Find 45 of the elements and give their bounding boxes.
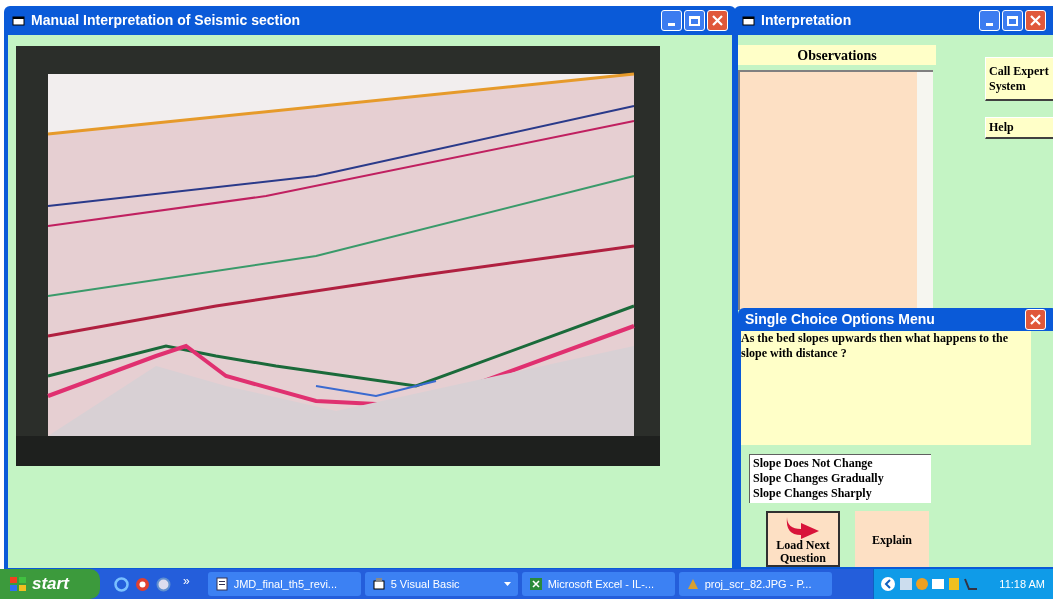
observations-label: Observations xyxy=(738,45,936,65)
window-icon xyxy=(742,14,755,27)
image-icon xyxy=(685,577,700,591)
tray-icons-drawing[interactable] xyxy=(899,576,979,592)
explain-button[interactable]: Explain xyxy=(855,511,929,567)
dropdown-icon xyxy=(503,582,511,586)
media-icon[interactable] xyxy=(135,576,150,592)
option-item[interactable]: Slope Changes Gradually xyxy=(750,471,931,486)
minimize-button[interactable] xyxy=(979,10,1000,31)
windows-logo-icon xyxy=(9,576,27,592)
option-item[interactable]: Slope Does Not Change xyxy=(750,456,931,471)
clock: 11:18 AM xyxy=(999,576,1046,592)
taskbar-button[interactable]: JMD_final_th5_revi... xyxy=(207,572,361,596)
scrollbar[interactable] xyxy=(917,72,933,310)
browser-icon[interactable] xyxy=(114,576,129,592)
close-icon xyxy=(712,15,723,26)
close-button[interactable] xyxy=(707,10,728,31)
option-item[interactable]: Slope Changes Sharply xyxy=(750,486,931,501)
minimize-button[interactable] xyxy=(661,10,682,31)
observations-field[interactable] xyxy=(738,70,933,310)
options-list[interactable]: Slope Does Not Change Slope Changes Gradually Slope Changes Sharply xyxy=(749,454,931,503)
window-icon xyxy=(12,14,25,27)
maximize-button[interactable] xyxy=(1002,10,1023,31)
expert-system-button[interactable]: Call Expert System xyxy=(985,57,1053,101)
browser-icon[interactable] xyxy=(156,576,171,592)
window-title: Interpretation xyxy=(761,11,852,30)
dialog-title: Single Choice Options Menu xyxy=(745,310,935,329)
chevron-icon[interactable] xyxy=(880,576,896,592)
document-icon xyxy=(214,577,229,591)
spreadsheet-icon xyxy=(528,577,543,591)
maximize-button[interactable] xyxy=(684,10,705,31)
close-icon xyxy=(1030,15,1041,26)
close-button[interactable] xyxy=(1025,309,1046,330)
start-button[interactable]: start xyxy=(0,569,100,599)
taskbar-button[interactable]: proj_scr_82.JPG - P... xyxy=(678,572,832,596)
next-question-button[interactable]: Load Next Question xyxy=(766,511,840,567)
more-button[interactable]: » xyxy=(183,572,190,590)
close-icon xyxy=(1030,314,1041,325)
help-button[interactable]: Help xyxy=(985,117,1053,139)
program-icon xyxy=(371,577,386,591)
close-button[interactable] xyxy=(1025,10,1046,31)
taskbar-button[interactable]: 5 Visual Basic xyxy=(364,572,518,596)
taskbar-button[interactable]: Microsoft Excel - IL-... xyxy=(521,572,675,596)
window-title: Manual Interpretation of Seismic section xyxy=(31,11,301,30)
question-text: As the bed slopes upwards then what happens to the slope with distance ? xyxy=(741,331,1031,445)
